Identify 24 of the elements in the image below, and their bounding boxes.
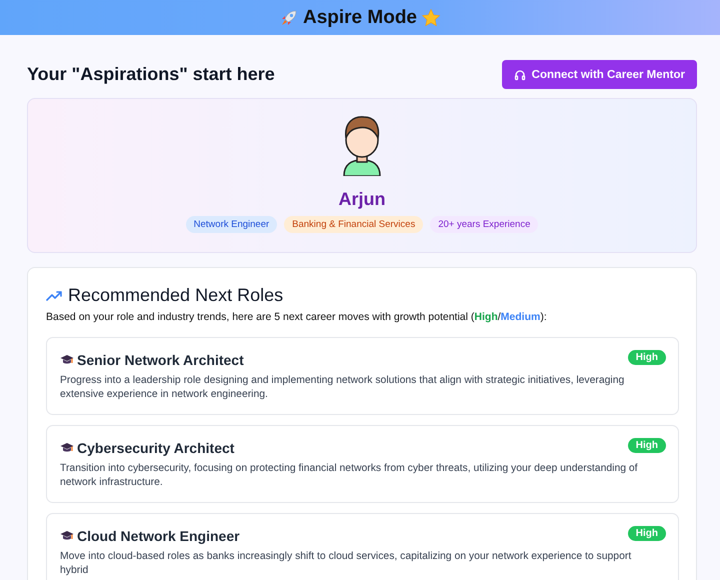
- trend-up-icon: [46, 290, 62, 302]
- potential-badge: High: [628, 350, 666, 365]
- potential-badge: High: [628, 438, 666, 454]
- headphones-icon: [514, 68, 526, 80]
- role-description: Move into cloud-based roles as banks increasingly shift to cloud services, capitalizing on your network experience to support hybrid: [60, 550, 632, 578]
- potential-badge: High: [628, 526, 666, 542]
- role-description: Progress into a leadership role designing and implementing network solutions that align with strategic initiatives, leveraging extensive experience in network engineering.: [60, 374, 626, 402]
- section-title: Recommended Next Roles: [68, 285, 284, 306]
- profile-tag: Banking & Financial Services: [284, 216, 424, 233]
- app-title: Aspire Mode: [302, 6, 418, 28]
- profile-tag: 20+ years Experience: [430, 216, 538, 233]
- section-intro: Based on your role and industry trends, here are 5 next career moves with growth potential (High/Medium):: [46, 311, 548, 323]
- profile-name: Arjun: [338, 189, 386, 210]
- role-title: Senior Network Architect: [77, 352, 244, 368]
- profile-tag: Network Engineer: [186, 216, 278, 233]
- graduation-cap-icon: [60, 354, 74, 366]
- star-icon: [421, 8, 442, 28]
- graduation-cap-icon: [60, 530, 74, 542]
- connect-mentor-button[interactable]: Connect with Career Mentor: [502, 60, 697, 89]
- role-title: Cloud Network Engineer: [77, 528, 240, 544]
- graduation-cap-icon: [60, 442, 74, 454]
- role-description: Transition into cybersecurity, focusing on protecting financial networks from cyber threats, utilizing your deep understanding of network infrastructure.: [60, 462, 639, 490]
- page-title: Your "Aspirations" start here: [27, 64, 275, 85]
- role-title: Cybersecurity Architect: [77, 440, 234, 456]
